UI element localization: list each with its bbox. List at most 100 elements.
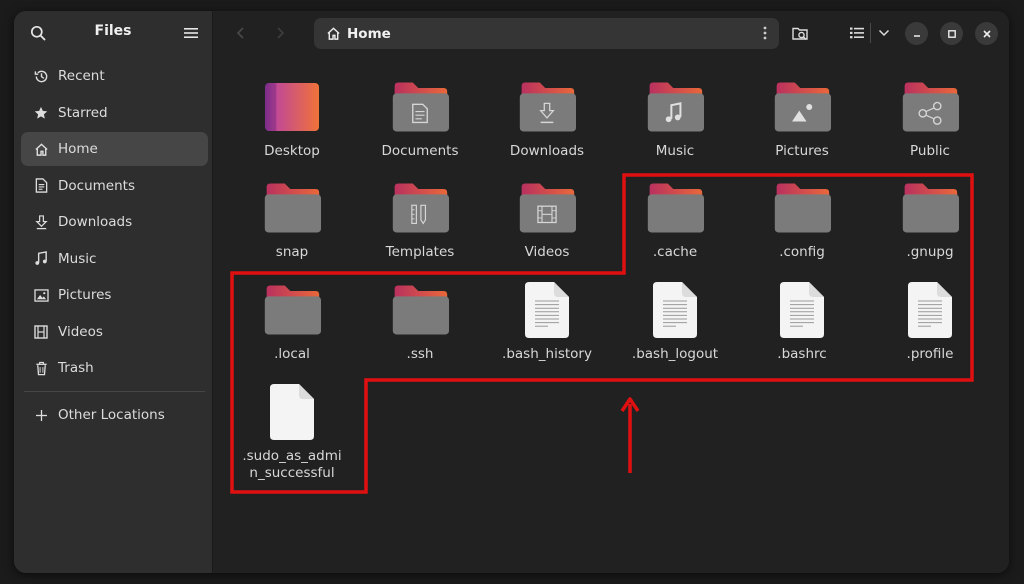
file-name: .local <box>274 346 310 362</box>
file-name: Videos <box>524 244 570 260</box>
file-name: Desktop <box>264 143 320 159</box>
file-item[interactable]: Documents <box>356 75 484 160</box>
sidebar-nav: Recent Starred Home Documents Downloads … <box>21 59 208 435</box>
hamburger-menu-icon <box>184 28 198 38</box>
sidebar-item-downloads[interactable]: Downloads <box>21 205 208 239</box>
view-toggle-button[interactable] <box>844 21 870 45</box>
file-icon-wrap <box>260 75 324 139</box>
music-folder-icon <box>647 82 704 132</box>
close-button[interactable] <box>975 22 998 45</box>
sidebar-item-other-locations[interactable]: Other Locations <box>21 398 208 432</box>
minimize-icon <box>913 34 920 37</box>
file-item[interactable]: .cache <box>611 176 739 261</box>
header-bar: Home <box>214 11 1009 55</box>
sidebar-item-label: Videos <box>58 323 103 340</box>
chevron-down-icon <box>878 29 890 37</box>
home-icon <box>327 27 340 40</box>
home-icon <box>34 142 48 156</box>
vertical-dots-icon <box>763 26 767 40</box>
file-icon-wrap <box>643 176 707 240</box>
file-item[interactable]: Desktop <box>228 75 356 160</box>
main-content: Home Desktop Documents Downloads Music P… <box>214 11 1009 573</box>
file-item[interactable]: .profile <box>866 278 994 363</box>
text-file-icon <box>780 282 824 338</box>
file-item[interactable]: Downloads <box>483 75 611 160</box>
file-icon-wrap <box>515 176 579 240</box>
file-icon-wrap <box>260 176 324 240</box>
file-item[interactable]: .config <box>738 176 866 261</box>
file-name: Downloads <box>509 143 585 159</box>
file-icon-wrap <box>643 278 707 342</box>
download-folder-icon <box>519 82 576 132</box>
file-name: Templates <box>385 244 455 260</box>
film-folder-icon <box>519 183 576 233</box>
search-in-folder-button[interactable] <box>787 21 813 45</box>
file-icon-wrap <box>898 75 962 139</box>
folder-icon <box>264 183 321 233</box>
file-item[interactable]: .bash_logout <box>611 278 739 363</box>
sidebar-item-videos[interactable]: Videos <box>21 315 208 349</box>
file-item[interactable]: Templates <box>356 176 484 261</box>
sidebar-item-label: Pictures <box>58 287 112 303</box>
sidebar-item-label: Other Locations <box>58 407 165 423</box>
text-file-icon <box>908 282 952 338</box>
minimize-button[interactable] <box>905 22 928 45</box>
sidebar-item-recent[interactable]: Recent <box>21 59 208 93</box>
file-item[interactable]: .bash_history <box>483 278 611 363</box>
file-item[interactable]: Videos <box>483 176 611 261</box>
back-button[interactable] <box>228 21 254 45</box>
file-icon-wrap <box>388 278 452 342</box>
star-icon <box>34 106 48 119</box>
file-icon-wrap <box>260 380 324 444</box>
file-name: .ssh <box>406 346 434 362</box>
file-icon-wrap <box>770 278 834 342</box>
download-icon <box>34 214 48 229</box>
sidebar-item-pictures[interactable]: Pictures <box>21 278 208 312</box>
sidebar-item-documents[interactable]: Documents <box>21 169 208 203</box>
maximize-button[interactable] <box>940 22 963 45</box>
folder-icon <box>647 183 704 233</box>
file-name: .cache <box>652 244 698 260</box>
file-icon-wrap <box>643 75 707 139</box>
document-icon <box>35 178 47 193</box>
document-folder-icon <box>392 82 449 132</box>
sidebar-divider <box>24 391 205 392</box>
files-window: Files Recent Starred Home Documents Down… <box>14 11 1009 573</box>
templates-folder-icon <box>392 183 449 233</box>
view-options-button[interactable] <box>871 21 897 45</box>
forward-button[interactable] <box>267 21 293 45</box>
main-menu-button[interactable] <box>180 22 202 44</box>
location-bar[interactable]: Home <box>314 18 779 49</box>
file-icon-wrap <box>515 75 579 139</box>
file-name: Public <box>910 143 950 159</box>
sidebar-item-trash[interactable]: Trash <box>21 351 208 385</box>
folder-icon <box>902 183 959 233</box>
file-item[interactable]: .gnupg <box>866 176 994 261</box>
file-item[interactable]: .sudo_as_admi n_successful <box>228 380 356 482</box>
file-item[interactable]: Music <box>611 75 739 160</box>
location-menu-button[interactable] <box>763 25 767 44</box>
file-icon-wrap <box>388 75 452 139</box>
sidebar: Files Recent Starred Home Documents Down… <box>14 11 213 573</box>
sidebar-item-music[interactable]: Music <box>21 242 208 276</box>
file-item[interactable]: Pictures <box>738 75 866 160</box>
share-folder-icon <box>902 82 959 132</box>
file-item[interactable]: .local <box>228 278 356 363</box>
file-item[interactable]: .bashrc <box>738 278 866 363</box>
file-icon-wrap <box>770 176 834 240</box>
sidebar-item-label: Recent <box>58 68 105 84</box>
file-icon-wrap <box>515 278 579 342</box>
music-note-icon <box>35 251 47 265</box>
sidebar-header: Files <box>14 11 212 55</box>
file-icon-wrap <box>770 75 834 139</box>
file-name: Documents <box>381 143 459 159</box>
sidebar-item-label: Downloads <box>58 214 133 230</box>
close-icon <box>982 29 991 38</box>
sidebar-item-starred[interactable]: Starred <box>21 96 208 130</box>
file-name: .bashrc <box>777 346 827 362</box>
file-item[interactable]: .ssh <box>356 278 484 363</box>
sidebar-item-home[interactable]: Home <box>21 132 208 166</box>
file-item[interactable]: Public <box>866 75 994 160</box>
picture-icon <box>33 288 49 302</box>
file-item[interactable]: snap <box>228 176 356 261</box>
